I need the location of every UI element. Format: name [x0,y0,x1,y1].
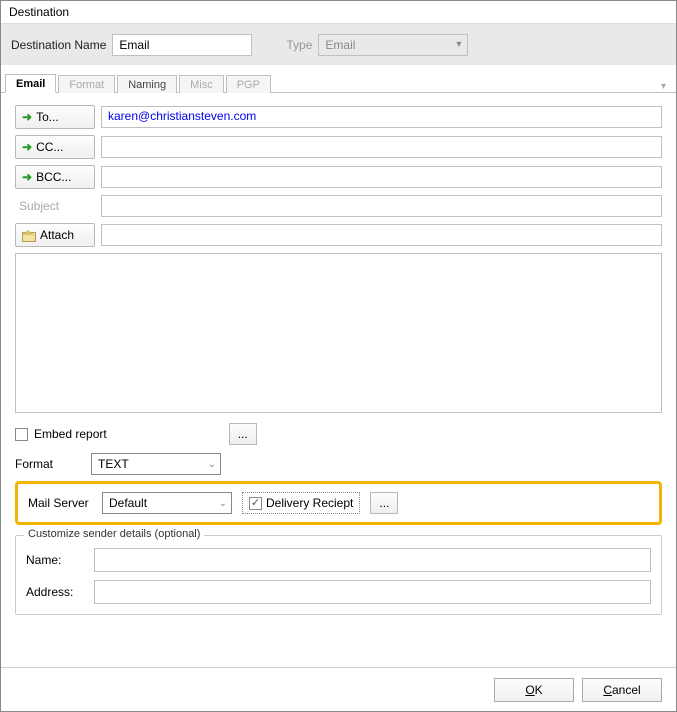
tab-naming[interactable]: Naming [117,75,177,93]
embed-report-label: Embed report [34,427,107,441]
to-button-label: To... [36,110,59,124]
type-select: Email ▾ [318,34,468,56]
subject-label: Subject [15,199,95,213]
embed-report-checkbox[interactable] [15,428,28,441]
email-panel: ➜ To... karen@christiansteven.com ➜ CC..… [1,93,676,623]
delivery-receipt-checkbox[interactable] [249,497,262,510]
bcc-button[interactable]: ➜ BCC... [15,165,95,189]
chevron-down-icon[interactable]: ▾ [661,81,672,92]
tab-pgp[interactable]: PGP [226,75,271,93]
format-select[interactable]: TEXT ⌄ [91,453,221,475]
arrow-right-icon: ➜ [22,170,32,184]
delivery-receipt-group: Delivery Reciept [242,492,360,514]
window-title: Destination [1,1,676,23]
type-select-value: Email [325,38,355,52]
tabs: Email Format Naming Misc PGP ▾ [1,71,676,93]
cc-button[interactable]: ➜ CC... [15,135,95,159]
header-panel: Destination Name Type Email ▾ [1,23,676,65]
mail-server-label: Mail Server [28,496,92,510]
sender-name-input[interactable] [94,548,651,572]
subject-field[interactable] [101,195,662,217]
cc-field[interactable] [101,136,662,158]
chevron-down-icon: ⌄ [219,498,227,509]
chevron-down-icon: ⌄ [208,459,216,470]
cc-button-label: CC... [36,140,63,154]
destination-name-label: Destination Name [11,38,106,52]
bcc-button-label: BCC... [36,170,71,184]
tab-format[interactable]: Format [58,75,115,93]
ok-button[interactable]: OK [494,678,574,702]
format-select-value: TEXT [98,457,129,471]
mail-server-options-button[interactable]: ... [370,492,398,514]
attach-field[interactable] [101,224,662,246]
sender-address-input[interactable] [94,580,651,604]
format-label: Format [15,457,79,471]
attach-button[interactable]: Attach [15,223,95,247]
to-button[interactable]: ➜ To... [15,105,95,129]
mail-server-value: Default [109,496,147,510]
email-body[interactable] [15,253,662,413]
dialog-footer: OK Cancel [1,667,676,711]
delivery-receipt-label: Delivery Reciept [266,496,353,510]
chevron-down-icon: ▾ [456,39,461,50]
destination-dialog: Destination Destination Name Type Email … [0,0,677,712]
sender-address-label: Address: [26,585,86,599]
sender-name-label: Name: [26,553,86,567]
to-field[interactable]: karen@christiansteven.com [101,106,662,128]
tab-email[interactable]: Email [5,74,56,93]
embed-options-button[interactable]: ... [229,423,257,445]
tab-misc[interactable]: Misc [179,75,224,93]
sender-details-group: Customize sender details (optional) Name… [15,535,662,615]
cancel-button[interactable]: Cancel [582,678,662,702]
mail-server-highlight: Mail Server Default ⌄ Delivery Reciept .… [15,481,662,525]
attach-button-label: Attach [40,228,74,242]
sender-details-legend: Customize sender details (optional) [24,528,204,540]
type-label: Type [286,38,312,52]
mail-server-select[interactable]: Default ⌄ [102,492,232,514]
envelope-icon [22,230,36,241]
bcc-field[interactable] [101,166,662,188]
arrow-right-icon: ➜ [22,140,32,154]
arrow-right-icon: ➜ [22,110,32,124]
destination-name-input[interactable] [112,34,252,56]
